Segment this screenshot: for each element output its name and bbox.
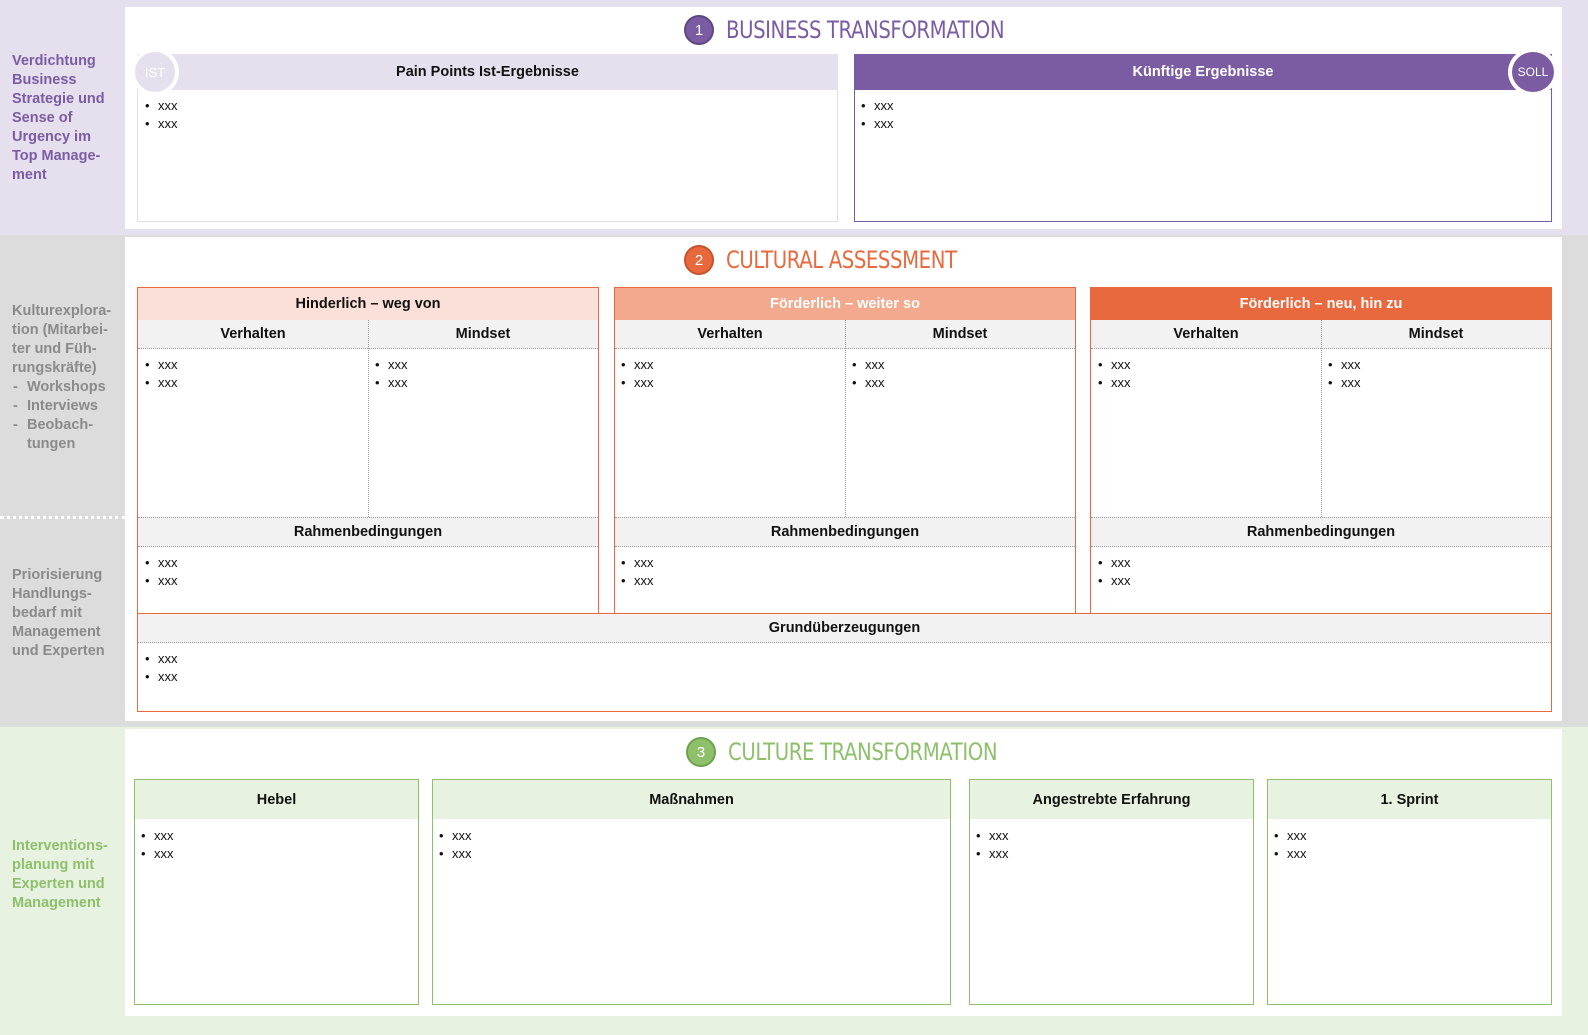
list-item: xxx <box>140 845 400 863</box>
list-item: xxx <box>620 554 1020 572</box>
subheader-mindset: Mindset <box>845 320 1075 349</box>
side-method-item: Beobach-tungen <box>12 416 118 454</box>
mindset-list: xxx xxx <box>851 356 1061 392</box>
business-title: BUSINESS TRANSFORMATION <box>726 16 1005 44</box>
list-item: xxx <box>975 827 1235 845</box>
mindset-list: xxx xxx <box>374 356 584 392</box>
grund-list: xxx xxx <box>144 650 744 686</box>
culture-box-list: xxx xxx <box>1273 827 1533 863</box>
list-item: xxx <box>1327 374 1537 392</box>
subheader-verhalten: Verhalten <box>138 320 368 349</box>
column-header-hinderlich: Hinderlich – weg von <box>138 288 598 320</box>
list-item: xxx <box>438 827 838 845</box>
column-divider <box>368 320 369 517</box>
rahmen-header: Rahmenbedingungen <box>138 517 598 547</box>
culture-title-row: 3 CULTURE TRANSFORMATION <box>686 736 1056 768</box>
verhalten-list: xxx xxx <box>1097 356 1307 392</box>
side-text-business: Verdichtung Business Strategie und Sense… <box>12 53 105 183</box>
side-text-interventionsplanung: Interventions-planung mit Experten und M… <box>12 838 108 911</box>
rahmen-list: xxx xxx <box>144 554 544 590</box>
list-item: xxx <box>1273 845 1533 863</box>
grund-header: Grundüberzeugungen <box>138 614 1551 643</box>
culture-box-list: xxx xxx <box>975 827 1235 863</box>
list-item: xxx <box>438 845 838 863</box>
rahmen-list: xxx xxx <box>1097 554 1497 590</box>
list-item: xxx <box>144 115 744 133</box>
subheader-verhalten: Verhalten <box>1091 320 1321 349</box>
side-method-item: Workshops <box>12 378 118 397</box>
list-item: xxx <box>1097 356 1307 374</box>
list-item: xxx <box>144 668 744 686</box>
side-text-priorisierung: Priorisierung Handlungs-bedarf mit Manag… <box>12 567 105 659</box>
list-item: xxx <box>1327 356 1537 374</box>
culture-title: CULTURE TRANSFORMATION <box>728 738 998 766</box>
business-number-badge: 1 <box>684 15 714 45</box>
list-item: xxx <box>140 827 400 845</box>
list-item: xxx <box>144 554 544 572</box>
column-header-weiter-so: Förderlich – weiter so <box>615 288 1075 320</box>
rahmen-list: xxx xxx <box>620 554 1020 590</box>
list-item: xxx <box>851 356 1061 374</box>
rahmen-header: Rahmenbedingungen <box>1091 517 1551 547</box>
soll-badge: SOLL <box>1508 48 1558 96</box>
list-item: xxx <box>975 845 1235 863</box>
list-item: xxx <box>144 356 354 374</box>
list-item: xxx <box>620 572 1020 590</box>
subheader-mindset: Mindset <box>1321 320 1551 349</box>
side-text-kulturexploration-main: Kulturexplora-tion (Mitarbei-ter und Füh… <box>12 303 112 376</box>
mindset-list: xxx xxx <box>1327 356 1537 392</box>
soll-header: Künftige Ergebnisse <box>854 54 1552 90</box>
culture-box-header: 1. Sprint <box>1268 780 1551 819</box>
cultural-title: CULTURAL ASSESSMENT <box>726 246 957 274</box>
culture-number-badge: 3 <box>686 737 716 767</box>
list-item: xxx <box>374 374 584 392</box>
side-text-methods-list: Workshops Interviews Beobach-tungen <box>12 378 118 454</box>
ist-list: xxx xxx <box>144 97 744 133</box>
list-item: xxx <box>1273 827 1533 845</box>
ist-header: Pain Points Ist-Ergebnisse <box>137 54 838 90</box>
side-method-item: Interviews <box>12 397 118 416</box>
business-title-row: 1 BUSINESS TRANSFORMATION <box>684 14 1065 46</box>
list-item: xxx <box>620 356 830 374</box>
list-item: xxx <box>1097 554 1497 572</box>
cultural-title-row: 2 CULTURAL ASSESSMENT <box>684 244 1007 276</box>
culture-box-header: Angestrebte Erfahrung <box>970 780 1253 819</box>
verhalten-list: xxx xxx <box>144 356 354 392</box>
culture-box-header: Maßnahmen <box>433 780 950 819</box>
rahmen-header: Rahmenbedingungen <box>615 517 1075 547</box>
list-item: xxx <box>144 97 744 115</box>
verhalten-list: xxx xxx <box>620 356 830 392</box>
list-item: xxx <box>1097 572 1497 590</box>
side-divider <box>0 516 126 519</box>
cultural-number-badge: 2 <box>684 245 714 275</box>
subheader-verhalten: Verhalten <box>615 320 845 349</box>
list-item: xxx <box>620 374 830 392</box>
list-item: xxx <box>860 115 1460 133</box>
list-item: xxx <box>860 97 1460 115</box>
list-item: xxx <box>851 374 1061 392</box>
culture-box-header: Hebel <box>135 780 418 819</box>
ist-badge: IST <box>131 48 179 96</box>
culture-box-list: xxx xxx <box>140 827 400 863</box>
list-item: xxx <box>374 356 584 374</box>
list-item: xxx <box>144 572 544 590</box>
list-item: xxx <box>144 374 354 392</box>
culture-box-list: xxx xxx <box>438 827 838 863</box>
side-text-kulturexploration: Kulturexplora-tion (Mitarbei-ter und Füh… <box>12 302 118 454</box>
column-header-hin-zu: Förderlich – neu, hin zu <box>1091 288 1551 320</box>
column-divider <box>845 320 846 517</box>
subheader-mindset: Mindset <box>368 320 598 349</box>
list-item: xxx <box>144 650 744 668</box>
column-divider <box>1321 320 1322 517</box>
soll-list: xxx xxx <box>860 97 1460 133</box>
list-item: xxx <box>1097 374 1307 392</box>
